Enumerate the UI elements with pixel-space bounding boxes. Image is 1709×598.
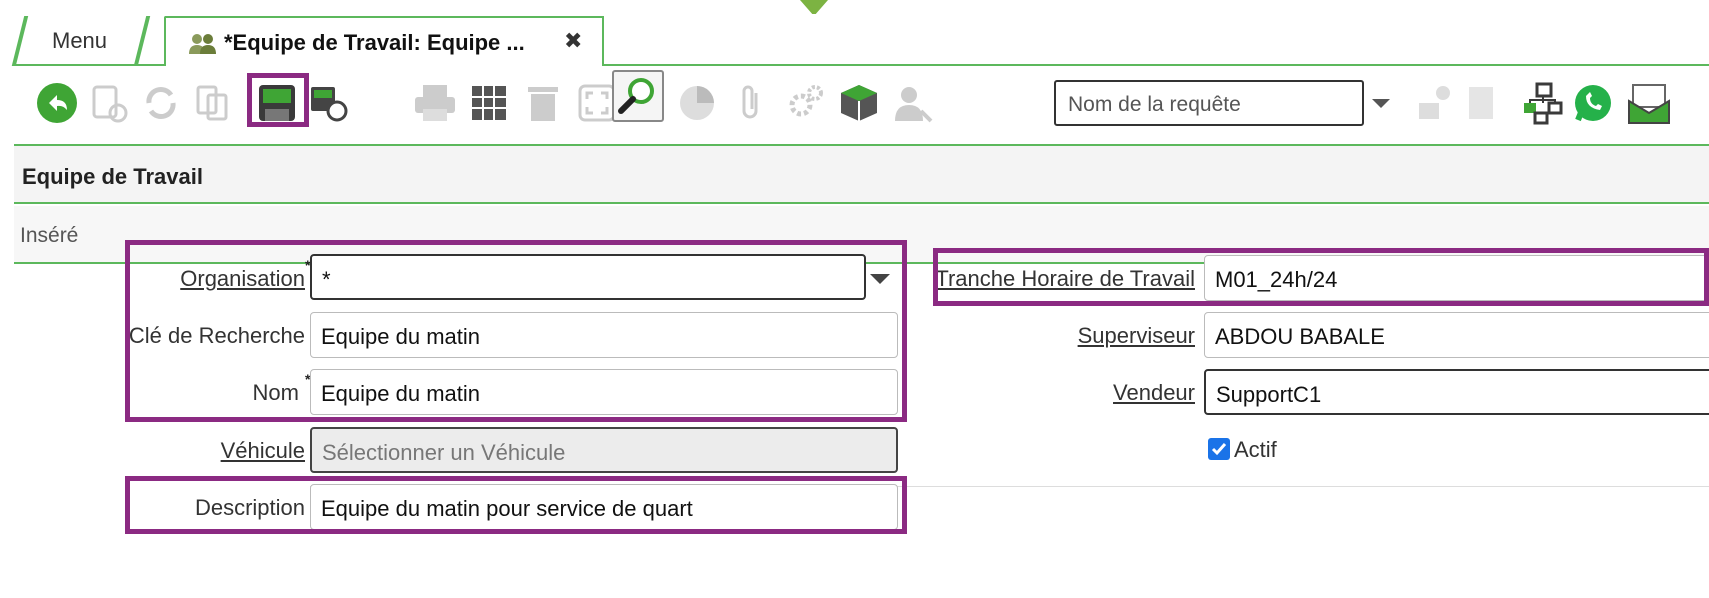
find-icon[interactable] <box>612 70 664 122</box>
active-checkbox[interactable] <box>1208 438 1230 460</box>
seller-label[interactable]: Vendeur <box>995 380 1195 406</box>
undo-icon[interactable] <box>34 80 80 126</box>
tab-equipe-de-travail[interactable]: *Equipe de Travail: Equipe ... ✖ <box>164 16 604 68</box>
send-mail-icon[interactable] <box>1414 80 1460 126</box>
save-new-icon[interactable] <box>306 80 352 126</box>
query-name-input[interactable]: Nom de la requête <box>1054 80 1364 126</box>
section-header: Equipe de Travail <box>14 146 1709 204</box>
refresh-icon[interactable] <box>138 80 184 126</box>
attachment-icon[interactable] <box>728 80 774 126</box>
email-icon[interactable] <box>1626 80 1672 126</box>
chart-icon[interactable] <box>674 80 720 126</box>
print-icon[interactable] <box>412 80 458 126</box>
copy-icon[interactable] <box>190 80 236 126</box>
vehicle-field[interactable]: Sélectionner un Véhicule <box>310 427 898 473</box>
active-label: Actif <box>1234 437 1277 462</box>
tab-menu[interactable]: Menu <box>52 28 107 54</box>
tab-bar: Menu *Equipe de Travail: Equipe ... ✖ <box>11 14 1709 68</box>
supervisor-value: ABDOU BABALE <box>1215 324 1385 349</box>
description-highlight <box>125 476 907 534</box>
document-icon[interactable] <box>1460 80 1506 126</box>
tab-divider <box>11 16 29 66</box>
process-icon[interactable] <box>782 80 828 126</box>
save-highlight <box>247 73 309 127</box>
whatsapp-icon[interactable] <box>1570 80 1616 126</box>
vehicle-label[interactable]: Véhicule <box>105 438 305 464</box>
delete-icon[interactable] <box>520 80 566 126</box>
new-record-icon[interactable] <box>86 80 132 126</box>
user-role-icon[interactable] <box>890 80 936 126</box>
vehicle-placeholder: Sélectionner un Véhicule <box>322 440 566 465</box>
network-icon[interactable] <box>1520 80 1566 126</box>
query-placeholder: Nom de la requête <box>1068 93 1241 116</box>
seller-value: SupportC1 <box>1216 382 1322 407</box>
grid-icon[interactable] <box>466 80 512 126</box>
tab-divider <box>133 16 151 66</box>
package-icon[interactable] <box>836 80 882 126</box>
required-fields-highlight <box>125 240 907 422</box>
supervisor-field[interactable]: ABDOU BABALE <box>1204 312 1709 358</box>
close-icon[interactable]: ✖ <box>564 28 582 54</box>
check-icon <box>1211 443 1227 456</box>
schedule-highlight <box>933 248 1709 306</box>
supervisor-label[interactable]: Superviseur <box>995 323 1195 349</box>
tab-title: *Equipe de Travail: Equipe ... <box>224 30 525 55</box>
chevron-down-icon[interactable] <box>1372 99 1390 108</box>
users-icon <box>189 34 216 54</box>
record-status: Inséré <box>20 224 79 247</box>
seller-field[interactable]: SupportC1 <box>1204 369 1709 415</box>
section-title: Equipe de Travail <box>22 164 203 189</box>
